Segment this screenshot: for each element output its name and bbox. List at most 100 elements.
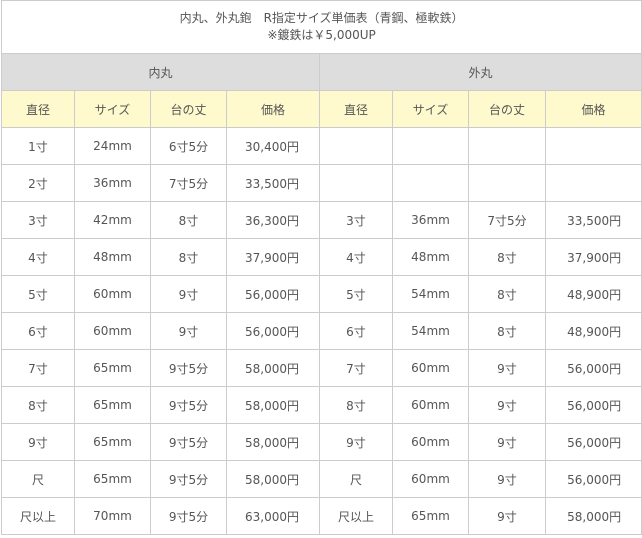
inner-block-length-cell: 9寸: [150, 312, 227, 350]
outer-size-cell: 36mm: [392, 201, 469, 239]
outer-block-length-cell: 9寸: [468, 349, 546, 387]
outer-block-length-cell: 9寸: [468, 423, 546, 461]
column-header-price: 価格: [544, 90, 642, 128]
outer-diameter-cell: 4寸: [319, 238, 393, 276]
inner-price-cell: 58,000円: [226, 460, 320, 498]
table-row: 尺以上 70mm 9寸5分 63,000円 尺以上 65mm 9寸 58,000円: [1, 497, 642, 535]
title-row: 内丸、外丸鉋 R指定サイズ単価表（青鋼、極軟鉄） ※鍍鉄は￥5,000UP: [0, 0, 642, 54]
table-row: 5寸 60mm 9寸 56,000円 5寸 54mm 8寸 48,900円: [1, 275, 642, 313]
outer-diameter-cell: 尺以上: [319, 497, 393, 535]
inner-block-length-cell: 8寸: [150, 201, 227, 239]
inner-size-cell: 24mm: [74, 127, 151, 165]
outer-diameter-cell: 5寸: [319, 275, 393, 313]
table-row: 8寸 65mm 9寸5分 58,000円 8寸 60mm 9寸 56,000円: [1, 386, 642, 424]
inner-price-cell: 33,500円: [226, 164, 320, 202]
outer-size-cell: 65mm: [392, 497, 469, 535]
table-row: 4寸 48mm 8寸 37,900円 4寸 48mm 8寸 37,900円: [1, 238, 642, 276]
inner-block-length-cell: 8寸: [150, 238, 227, 276]
title-line-1: 内丸、外丸鉋 R指定サイズ単価表（青鋼、極軟鉄）: [179, 11, 464, 25]
outer-price-cell: 33,500円: [544, 201, 642, 239]
inner-size-cell: 65mm: [74, 386, 151, 424]
table-row: 尺 65mm 9寸5分 58,000円尺 60mm 9寸 56,000円: [1, 460, 642, 498]
outer-price-cell: [544, 127, 642, 165]
outer-diameter-cell: 7寸: [319, 349, 393, 387]
outer-price-cell: 56,000円: [544, 423, 642, 461]
outer-block-length-cell: 8寸: [468, 275, 546, 313]
outer-diameter-cell: [319, 164, 393, 202]
inner-size-cell: 65mm: [74, 460, 151, 498]
inner-diameter-cell: 9寸: [1, 423, 75, 461]
outer-price-cell: 37,900円: [544, 238, 642, 276]
inner-size-cell: 65mm: [74, 423, 151, 461]
column-header-row: 直径 サイズ 台の丈 価格 直径 サイズ 台の丈 価格: [1, 90, 642, 128]
outer-price-cell: [544, 164, 642, 202]
outer-diameter-cell: 6寸: [319, 312, 393, 350]
outer-size-cell: 60mm: [392, 460, 469, 498]
inner-size-cell: 70mm: [74, 497, 151, 535]
outer-price-cell: 48,900円: [544, 275, 642, 313]
price-table: 内丸、外丸鉋 R指定サイズ単価表（青鋼、極軟鉄） ※鍍鉄は￥5,000UP 内丸…: [0, 0, 642, 535]
outer-block-length-cell: 7寸5分: [468, 201, 546, 239]
outer-price-cell: 56,000円: [544, 349, 642, 387]
inner-size-cell: 42mm: [74, 201, 151, 239]
outer-block-length-cell: 9寸: [468, 386, 546, 424]
inner-block-length-cell: 9寸: [150, 275, 227, 313]
inner-size-cell: 60mm: [74, 312, 151, 350]
inner-diameter-cell: 1寸: [1, 127, 75, 165]
inner-block-length-cell: 9寸5分: [150, 497, 227, 535]
inner-price-cell: 58,000円: [226, 386, 320, 424]
price-table-container: 内丸、外丸鉋 R指定サイズ単価表（青鋼、極軟鉄） ※鍍鉄は￥5,000UP 内丸…: [0, 0, 642, 535]
column-header-diameter: 直径: [319, 90, 393, 128]
outer-block-length-cell: 8寸: [468, 312, 546, 350]
column-header-diameter: 直径: [1, 90, 75, 128]
inner-size-cell: 36mm: [74, 164, 151, 202]
outer-diameter-cell: 8寸: [319, 386, 393, 424]
title-line-2: ※鍍鉄は￥5,000UP: [267, 28, 376, 42]
table-row: 1寸 24mm 6寸5分 30,400円: [1, 127, 642, 165]
inner-diameter-cell: 3寸: [1, 201, 75, 239]
group-header-row: 内丸 外丸: [1, 53, 642, 91]
column-header-size: サイズ: [392, 90, 469, 128]
outer-price-cell: 56,000円: [544, 460, 642, 498]
inner-price-cell: 56,000円: [226, 312, 320, 350]
inner-block-length-cell: 9寸5分: [150, 460, 227, 498]
outer-block-length-cell: [468, 127, 546, 165]
outer-price-cell: 48,900円: [544, 312, 642, 350]
outer-block-length-cell: [468, 164, 546, 202]
outer-size-cell: 54mm: [392, 275, 469, 313]
column-header-block-length: 台の丈: [150, 90, 227, 128]
inner-price-cell: 58,000円: [226, 349, 320, 387]
inner-size-cell: 60mm: [74, 275, 151, 313]
outer-block-length-cell: 8寸: [468, 238, 546, 276]
column-header-size: サイズ: [74, 90, 151, 128]
table-row: 2寸 36mm 7寸5分 33,500円: [1, 164, 642, 202]
outer-block-length-cell: 9寸: [468, 460, 546, 498]
outer-block-length-cell: 9寸: [468, 497, 546, 535]
column-header-price: 価格: [226, 90, 320, 128]
outer-price-cell: 58,000円: [544, 497, 642, 535]
table-title: 内丸、外丸鉋 R指定サイズ単価表（青鋼、極軟鉄） ※鍍鉄は￥5,000UP: [0, 0, 642, 54]
inner-price-cell: 58,000円: [226, 423, 320, 461]
inner-diameter-cell: 2寸: [1, 164, 75, 202]
outer-size-cell: 48mm: [392, 238, 469, 276]
outer-size-cell: [392, 127, 469, 165]
table-row: 9寸 65mm 9寸5分 58,000円 9寸 60mm 9寸 56,000円: [1, 423, 642, 461]
inner-price-cell: 30,400円: [226, 127, 320, 165]
group-header-inner: 内丸: [1, 53, 320, 91]
inner-diameter-cell: 5寸: [1, 275, 75, 313]
outer-diameter-cell: 9寸: [319, 423, 393, 461]
inner-block-length-cell: 9寸5分: [150, 349, 227, 387]
inner-diameter-cell: 7寸: [1, 349, 75, 387]
outer-size-cell: [392, 164, 469, 202]
outer-diameter-cell: 3寸: [319, 201, 393, 239]
inner-diameter-cell: 8寸: [1, 386, 75, 424]
outer-size-cell: 60mm: [392, 349, 469, 387]
inner-size-cell: 48mm: [74, 238, 151, 276]
inner-diameter-cell: 4寸: [1, 238, 75, 276]
inner-diameter-cell: 尺: [1, 460, 75, 498]
inner-price-cell: 63,000円: [226, 497, 320, 535]
inner-diameter-cell: 尺以上: [1, 497, 75, 535]
inner-size-cell: 65mm: [74, 349, 151, 387]
inner-block-length-cell: 9寸5分: [150, 386, 227, 424]
inner-price-cell: 56,000円: [226, 275, 320, 313]
